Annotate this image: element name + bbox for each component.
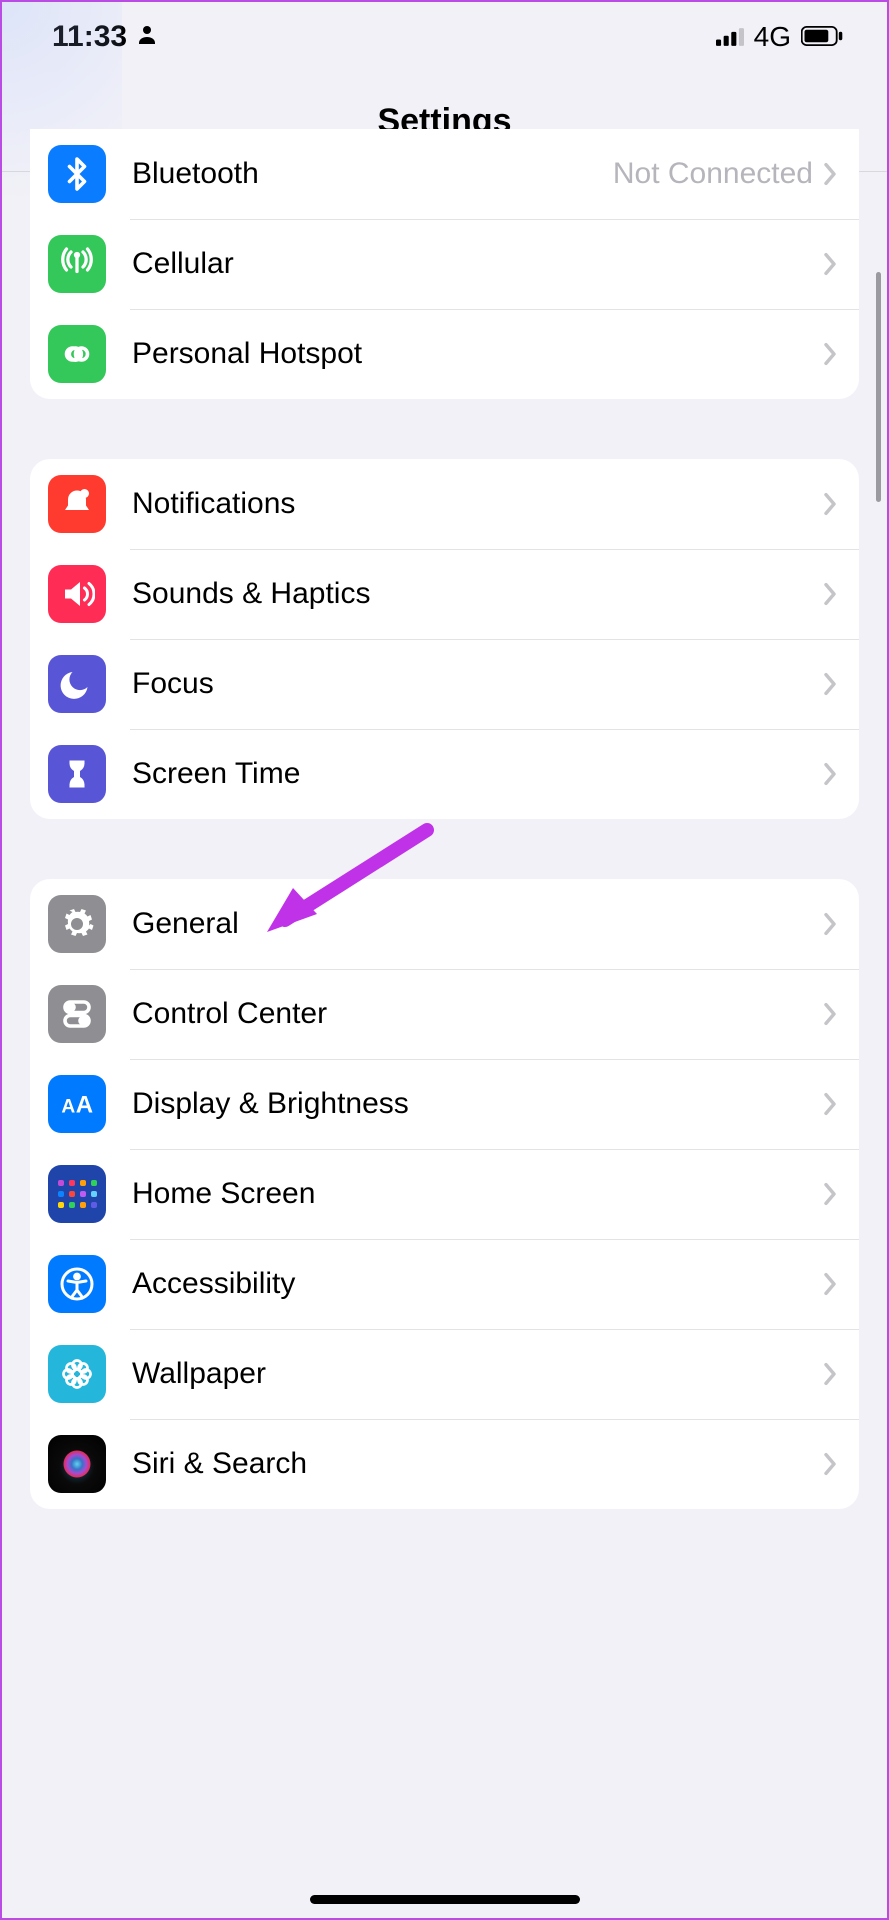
chevron-right-icon xyxy=(823,252,837,276)
screen-time-icon xyxy=(48,745,106,803)
chevron-right-icon xyxy=(823,1092,837,1116)
row-label: Home Screen xyxy=(132,1177,823,1211)
row-label: Accessibility xyxy=(132,1267,823,1301)
wallpaper-icon xyxy=(48,1345,106,1403)
chevron-right-icon xyxy=(823,342,837,366)
cellular-signal-icon xyxy=(716,20,744,54)
chevron-right-icon xyxy=(823,762,837,786)
row-label: Control Center xyxy=(132,997,823,1031)
chevron-right-icon xyxy=(823,912,837,936)
chevron-right-icon xyxy=(823,582,837,606)
home-screen-icon xyxy=(48,1165,106,1223)
settings-row-bluetooth[interactable]: Bluetooth Not Connected xyxy=(30,129,859,219)
general-icon xyxy=(48,895,106,953)
chevron-right-icon xyxy=(823,1362,837,1386)
sounds-icon xyxy=(48,565,106,623)
siri-icon xyxy=(48,1435,106,1493)
settings-group-notifications: Notifications Sounds & Haptics Focus Scr… xyxy=(30,459,859,819)
bluetooth-icon xyxy=(48,145,106,203)
hotspot-icon xyxy=(48,325,106,383)
chevron-right-icon xyxy=(823,1272,837,1296)
row-label: Notifications xyxy=(132,487,823,521)
row-label: Display & Brightness xyxy=(132,1087,823,1121)
battery-icon xyxy=(801,20,843,54)
network-label: 4G xyxy=(754,21,791,53)
row-label: Bluetooth xyxy=(132,157,613,191)
settings-row-siri[interactable]: Siri & Search xyxy=(30,1419,859,1509)
row-label: Sounds & Haptics xyxy=(132,577,823,611)
focus-icon xyxy=(48,655,106,713)
row-label: Cellular xyxy=(132,247,823,281)
notifications-icon xyxy=(48,475,106,533)
settings-row-accessibility[interactable]: Accessibility xyxy=(30,1239,859,1329)
settings-row-personal-hotspot[interactable]: Personal Hotspot xyxy=(30,309,859,399)
display-icon: AA xyxy=(48,1075,106,1133)
svg-text:A: A xyxy=(61,1096,75,1117)
chevron-right-icon xyxy=(823,1002,837,1026)
settings-row-notifications[interactable]: Notifications xyxy=(30,459,859,549)
settings-row-control-center[interactable]: Control Center xyxy=(30,969,859,1059)
status-bar: 11:33 4G xyxy=(2,2,887,72)
settings-group-general: General Control Center AA Display & Brig… xyxy=(30,879,859,1509)
cellular-icon xyxy=(48,235,106,293)
settings-group-connectivity: Bluetooth Not Connected Cellular Persona… xyxy=(30,129,859,399)
settings-row-focus[interactable]: Focus xyxy=(30,639,859,729)
row-value: Not Connected xyxy=(613,157,813,191)
row-label: General xyxy=(132,907,823,941)
chevron-right-icon xyxy=(823,1182,837,1206)
settings-scroll-area[interactable]: Bluetooth Not Connected Cellular Persona… xyxy=(2,174,887,1918)
chevron-right-icon xyxy=(823,672,837,696)
home-indicator[interactable] xyxy=(310,1895,580,1904)
chevron-right-icon xyxy=(823,162,837,186)
chevron-right-icon xyxy=(823,492,837,516)
chevron-right-icon xyxy=(823,1452,837,1476)
settings-row-home-screen[interactable]: Home Screen xyxy=(30,1149,859,1239)
svg-text:A: A xyxy=(76,1091,93,1118)
row-label: Screen Time xyxy=(132,757,823,791)
accessibility-icon xyxy=(48,1255,106,1313)
row-label: Focus xyxy=(132,667,823,701)
settings-row-general[interactable]: General xyxy=(30,879,859,969)
person-icon xyxy=(135,20,159,54)
settings-row-cellular[interactable]: Cellular xyxy=(30,219,859,309)
scroll-indicator[interactable] xyxy=(876,272,881,502)
row-label: Personal Hotspot xyxy=(132,337,823,371)
settings-row-display[interactable]: AA Display & Brightness xyxy=(30,1059,859,1149)
settings-row-sounds[interactable]: Sounds & Haptics xyxy=(30,549,859,639)
settings-row-screen-time[interactable]: Screen Time xyxy=(30,729,859,819)
row-label: Wallpaper xyxy=(132,1357,823,1391)
settings-row-wallpaper[interactable]: Wallpaper xyxy=(30,1329,859,1419)
status-time: 11:33 xyxy=(52,20,127,54)
row-label: Siri & Search xyxy=(132,1447,823,1481)
control-center-icon xyxy=(48,985,106,1043)
